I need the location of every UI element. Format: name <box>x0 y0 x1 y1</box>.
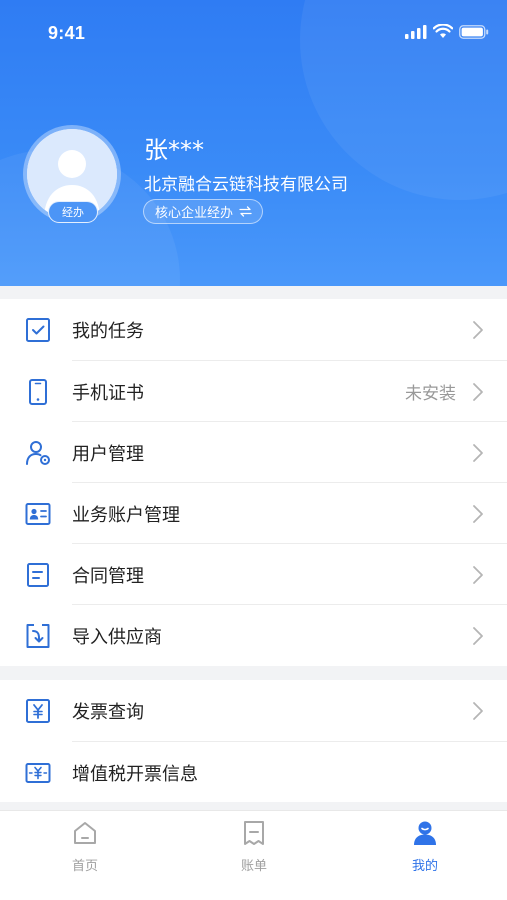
tax-invoice-icon <box>25 762 51 783</box>
menu-card-main: 我的任务 手机证书 未安装 用户管理 业务账户管理 合同管理 导入供应商 <box>0 299 507 666</box>
tab-label: 首页 <box>71 859 98 874</box>
chevron-right-icon <box>473 320 483 339</box>
menu-item-label: 手机证书 <box>72 382 144 404</box>
tab-label: 账单 <box>240 859 267 874</box>
tab-home[interactable]: 首页 <box>35 819 135 874</box>
chevron-right-icon <box>473 701 483 720</box>
role-label: 核心企业经办 <box>155 206 234 221</box>
user-name: 张*** <box>144 136 204 164</box>
menu-card-invoice: 发票查询 增值税开票信息 <box>0 680 507 802</box>
wifi-icon <box>433 24 453 38</box>
chevron-right-icon <box>473 626 483 645</box>
signal-icon <box>405 24 427 39</box>
menu-item-vat-invoice-info[interactable]: 增值税开票信息 <box>0 742 507 803</box>
menu-item-invoice-query[interactable]: 发票查询 <box>0 680 507 741</box>
menu-item-label: 增值税开票信息 <box>72 763 198 785</box>
status-bar: 9:41 <box>0 0 507 66</box>
menu-item-label: 用户管理 <box>72 443 144 465</box>
tab-label: 我的 <box>411 859 438 874</box>
menu-item-label: 合同管理 <box>72 565 144 587</box>
profile-header: 9:41 经办 张*** 北京融合云链科技有限公司 核心企业经办 <box>0 0 507 286</box>
menu-item-contract-management[interactable]: 合同管理 <box>0 544 507 605</box>
status-icons <box>405 24 489 39</box>
chevron-right-icon <box>473 382 483 401</box>
swap-icon <box>239 206 252 217</box>
import-icon <box>26 623 50 648</box>
phone-icon <box>29 378 47 405</box>
menu-item-import-supplier[interactable]: 导入供应商 <box>0 605 507 666</box>
home-icon <box>74 822 96 844</box>
user-settings-icon <box>26 440 50 465</box>
menu-item-business-account[interactable]: 业务账户管理 <box>0 483 507 544</box>
menu-item-label: 发票查询 <box>72 701 144 723</box>
checkbox-icon <box>26 317 50 342</box>
company-name: 北京融合云链科技有限公司 <box>144 175 348 195</box>
chevron-right-icon <box>473 504 483 523</box>
yuan-invoice-icon <box>26 698 50 723</box>
chevron-right-icon <box>473 565 483 584</box>
avatar-badge: 经办 <box>48 201 98 223</box>
menu-item-phone-certificate[interactable]: 手机证书 未安装 <box>0 361 507 422</box>
status-time: 9:41 <box>48 23 86 43</box>
certificate-status: 未安装 <box>405 384 456 404</box>
menu-item-label: 导入供应商 <box>72 626 162 648</box>
id-card-icon <box>25 502 51 525</box>
menu-item-user-management[interactable]: 用户管理 <box>0 422 507 483</box>
profile-icon <box>414 821 436 845</box>
role-switch-chip[interactable]: 核心企业经办 <box>143 199 264 224</box>
tab-mine[interactable]: 我的 <box>375 819 475 874</box>
bill-icon <box>244 821 264 845</box>
tab-bar: 首页 账单 我的 <box>0 810 507 900</box>
contract-icon <box>27 562 49 587</box>
chevron-right-icon <box>473 443 483 462</box>
battery-icon <box>459 24 489 39</box>
menu-item-my-tasks[interactable]: 我的任务 <box>0 299 507 360</box>
tab-bills[interactable]: 账单 <box>204 819 304 874</box>
menu-item-label: 业务账户管理 <box>72 504 180 526</box>
menu-item-label: 我的任务 <box>72 320 144 342</box>
